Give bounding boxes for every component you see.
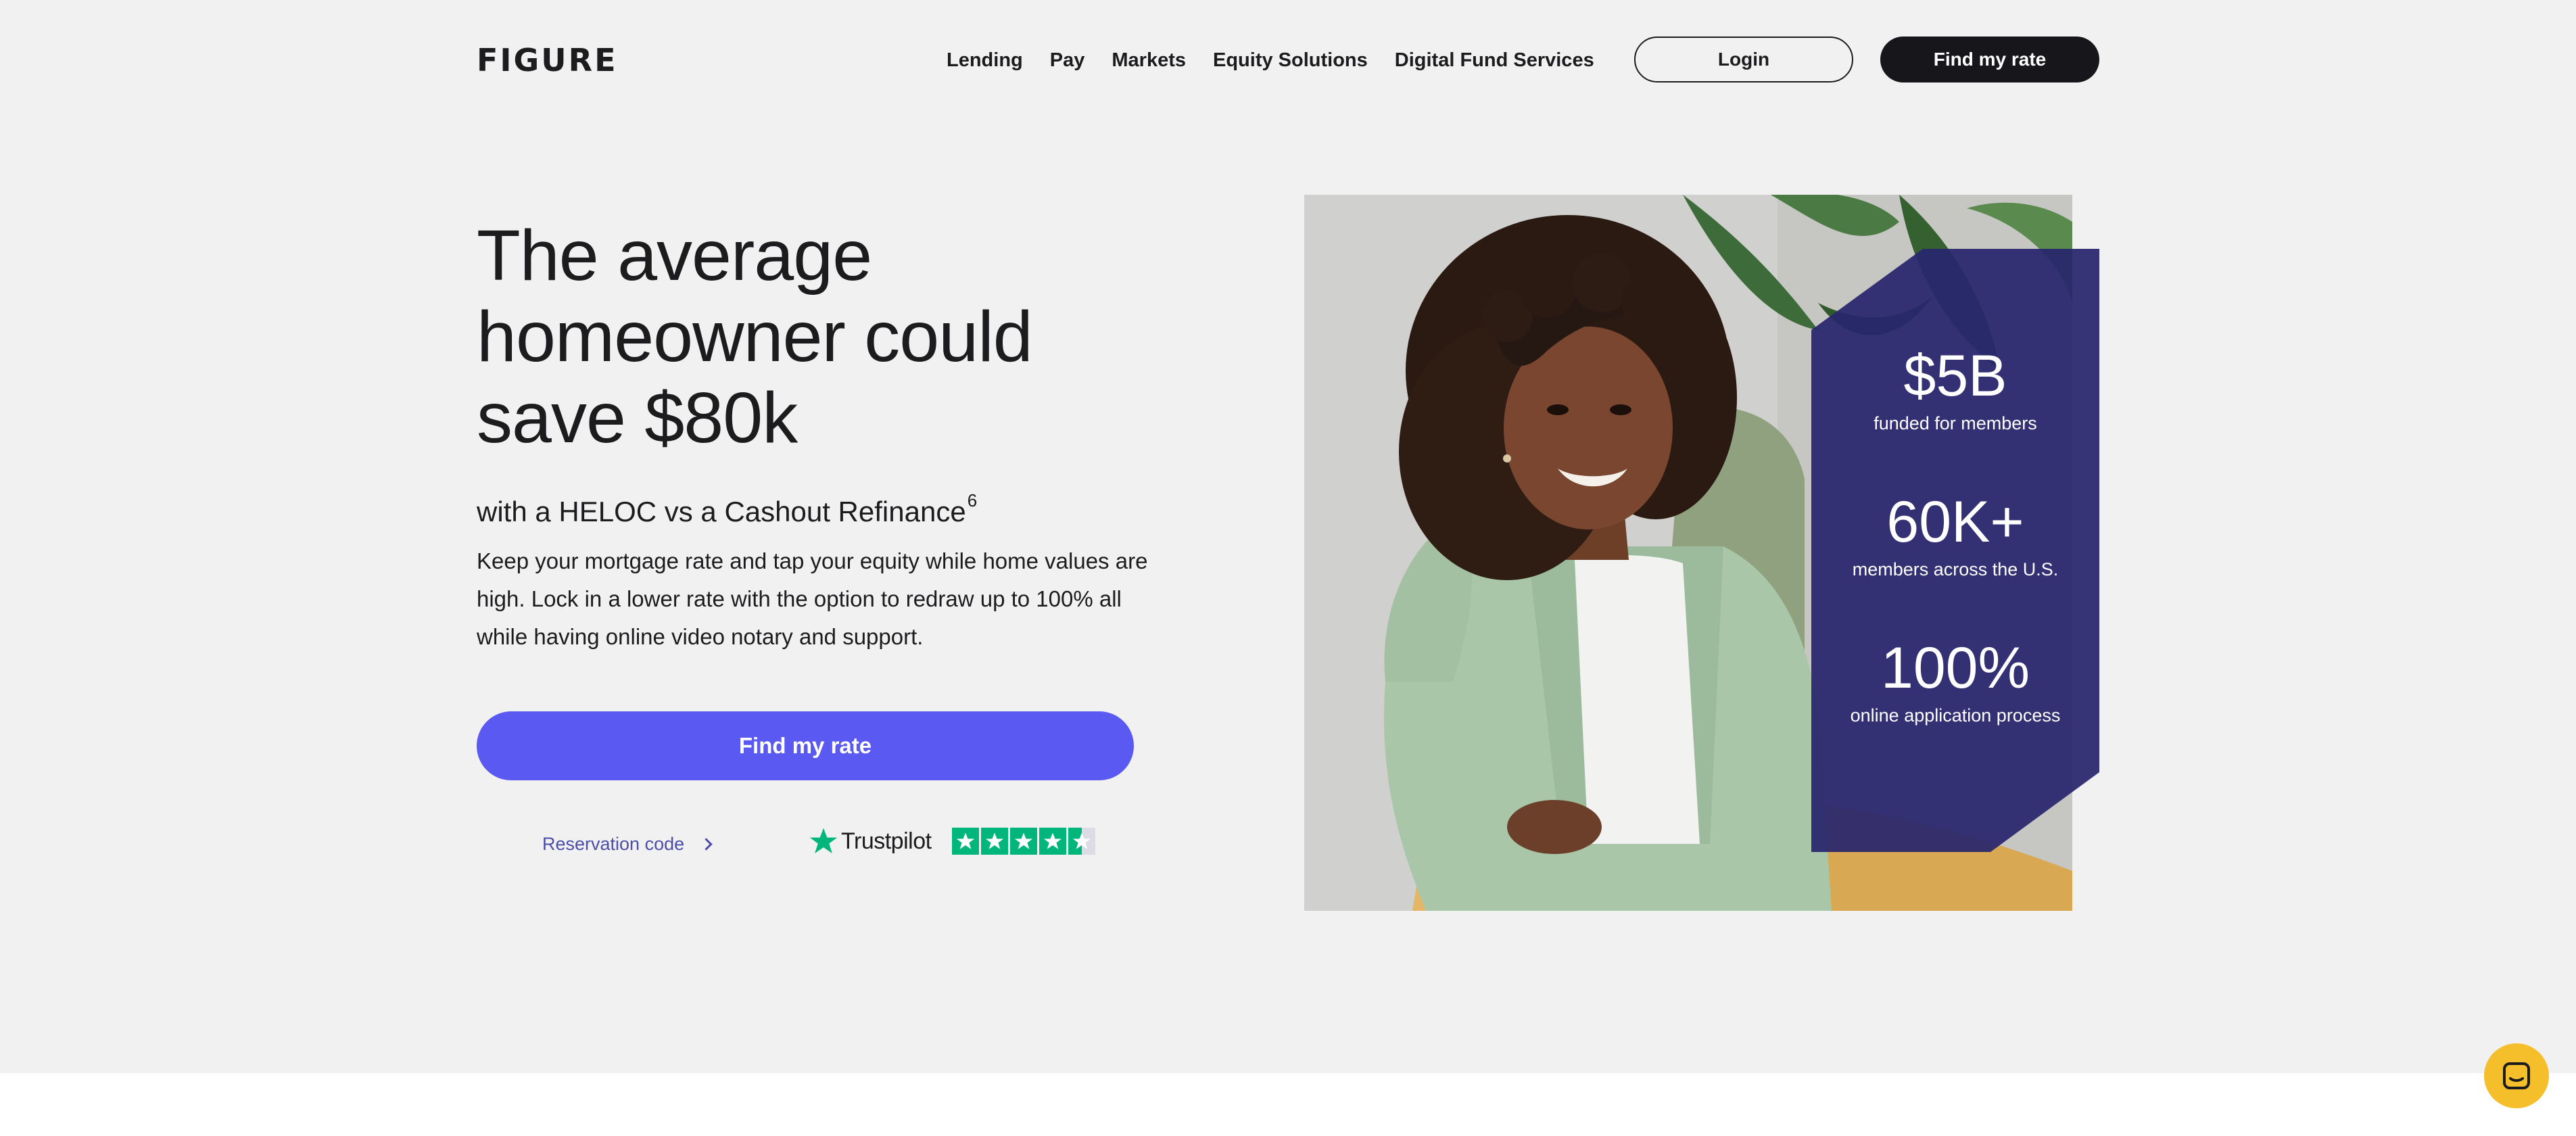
hero-headline: The average homeowner could save $80k (477, 215, 1153, 458)
figure-logo[interactable]: FIGURE (477, 43, 618, 77)
rating-star-1 (951, 828, 979, 855)
headline-line-1: The average (477, 216, 872, 295)
next-section-band (0, 1073, 2576, 1136)
star-icon (1072, 832, 1091, 849)
headline-line-3: save $80k (477, 378, 798, 458)
stat-funded-value: $5B (1903, 344, 2007, 408)
nav-lending[interactable]: Lending (947, 43, 1023, 77)
stat-members-value: 60K+ (1886, 490, 2024, 554)
rating-star-3 (1009, 828, 1037, 855)
star-icon (985, 832, 1003, 849)
chat-icon (2503, 1062, 2530, 1089)
login-button[interactable]: Login (1634, 37, 1853, 82)
star-icon (1043, 832, 1062, 849)
stat-online-label: online application process (1850, 705, 2061, 726)
star-icon (1014, 832, 1032, 849)
stat-online-value: 100% (1881, 636, 2030, 701)
reservation-code-link[interactable]: Reservation code (542, 830, 713, 857)
rating-star-5-half (1068, 828, 1095, 855)
stat-funded: $5B funded for members (1811, 342, 2099, 437)
stat-members: 60K+ members across the U.S. (1811, 488, 2099, 583)
trustpilot-star-icon (809, 828, 838, 853)
reservation-code-label: Reservation code (542, 833, 685, 854)
hero-find-my-rate-button[interactable]: Find my rate (477, 711, 1134, 780)
nav-digital-fund-services[interactable]: Digital Fund Services (1395, 43, 1594, 77)
stat-online: 100% online application process (1811, 634, 2099, 729)
trustpilot-wordmark: Trustpilot (841, 828, 932, 854)
hero-body-copy: Keep your mortgage rate and tap your equ… (477, 548, 1148, 649)
nav-markets[interactable]: Markets (1112, 43, 1186, 77)
trustpilot-widget[interactable]: Trustpilot (809, 826, 1097, 856)
star-icon (956, 832, 974, 849)
main-nav: Lending Pay Markets Equity Solutions Dig… (947, 43, 1621, 77)
rating-star-2 (980, 828, 1008, 855)
headline-line-2: homeowner could (477, 297, 1033, 377)
rating-star-4 (1039, 828, 1066, 855)
stats-panel: $5B funded for members 60K+ members acro… (1811, 249, 2099, 852)
subhead-text: with a HELOC vs a Cashout Refinance (477, 496, 966, 527)
footnote-marker[interactable]: 6 (968, 490, 977, 511)
stat-members-label: members across the U.S. (1852, 559, 2059, 579)
nav-equity-solutions[interactable]: Equity Solutions (1213, 43, 1368, 77)
header-find-my-rate-button[interactable]: Find my rate (1880, 37, 2099, 82)
chevron-right-icon (700, 837, 713, 851)
nav-pay[interactable]: Pay (1050, 43, 1085, 77)
hero-subhead: with a HELOC vs a Cashout Refinance6 (477, 480, 977, 532)
chat-launcher-button[interactable] (2484, 1043, 2549, 1108)
stat-funded-label: funded for members (1874, 413, 2037, 433)
